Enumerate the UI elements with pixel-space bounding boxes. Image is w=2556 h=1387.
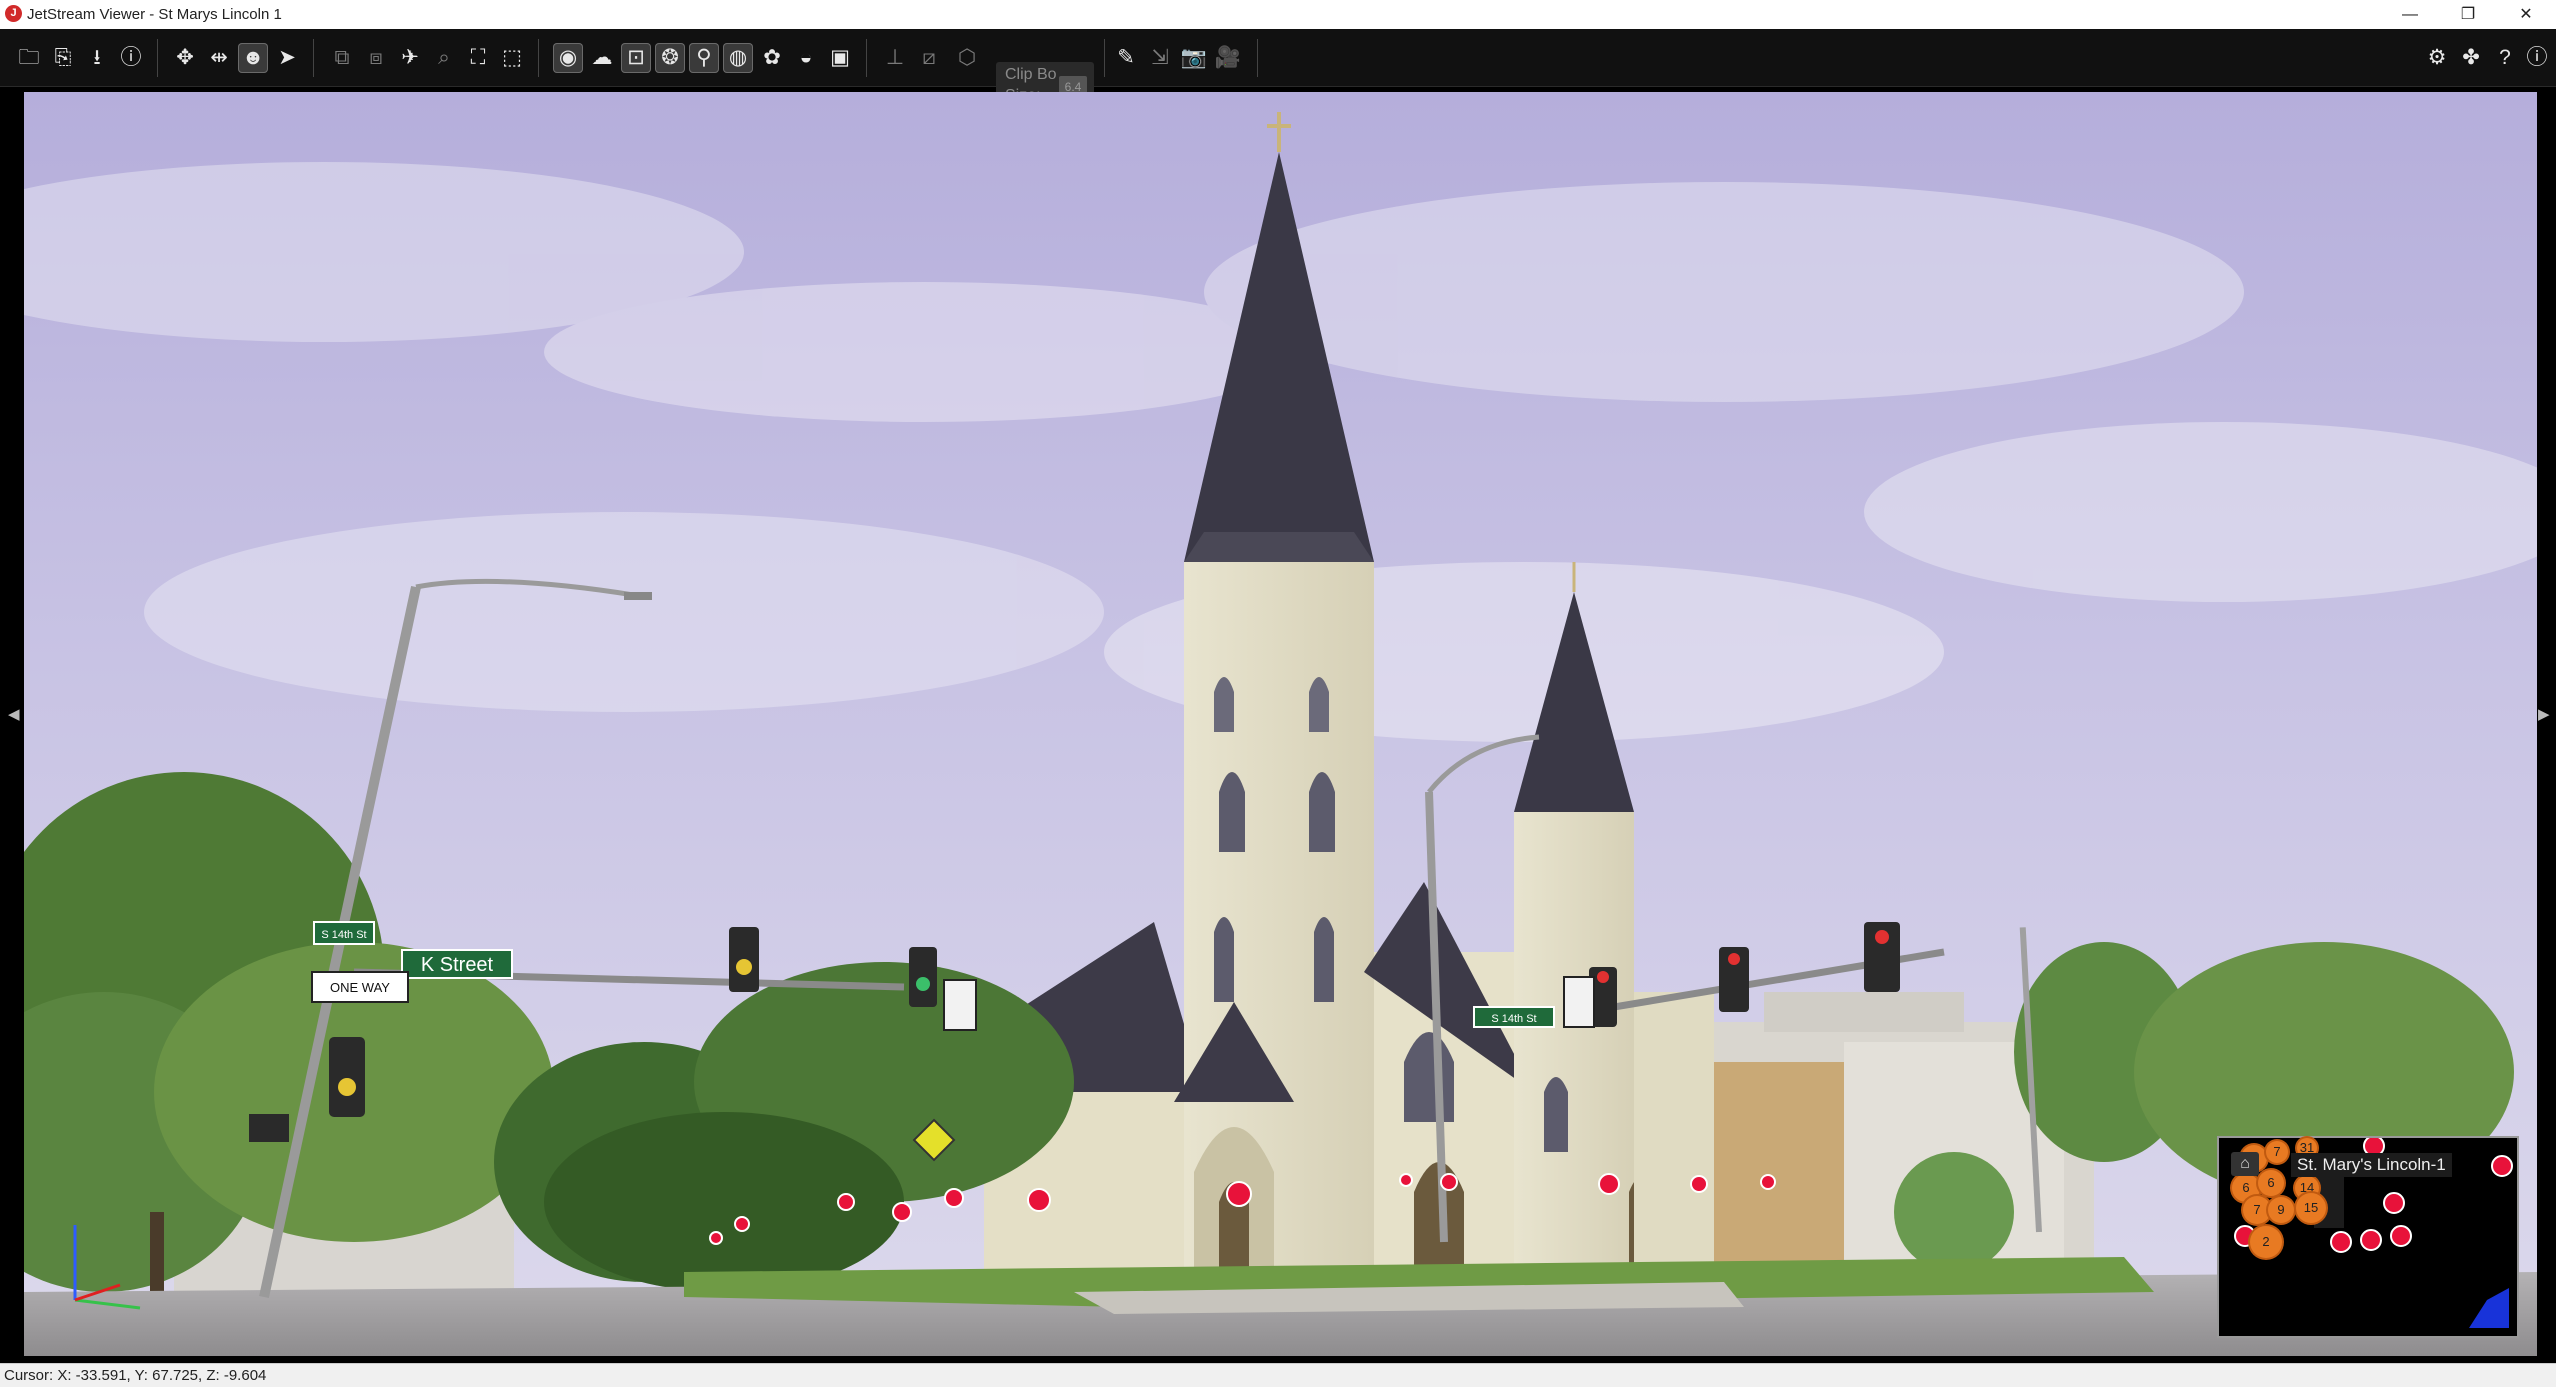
plugins-icon[interactable]: ✤ — [2456, 43, 2486, 73]
minimap-scan-marker[interactable] — [2383, 1192, 2405, 1214]
one-way-sign-text: ONE WAY — [330, 980, 390, 995]
toolbar-divider — [538, 39, 539, 77]
point-cloud-icon[interactable]: ☁ — [587, 43, 617, 73]
s-14th-sign-text-2: S 14th St — [1491, 1013, 1536, 1025]
minimize-button[interactable]: — — [2381, 0, 2439, 29]
about-info-icon[interactable]: ⓘ — [2522, 43, 2552, 73]
scan-position-view-icon[interactable]: ☻ — [238, 43, 268, 73]
panorama-icon[interactable]: ❂ — [655, 43, 685, 73]
plane-view-icon[interactable]: ✈ — [395, 43, 425, 73]
scan-marker[interactable] — [944, 1188, 964, 1208]
minimap-project-pin-icon[interactable]: ⌂ — [2231, 1152, 2259, 1176]
clip-box-icon[interactable]: ⊡ — [621, 43, 651, 73]
cursor-coordinates: Cursor: X: -33.591, Y: 67.725, Z: -9.604 — [4, 1367, 267, 1384]
orbit-navigation-icon[interactable]: ✥ — [170, 43, 200, 73]
sphere-icon[interactable]: ◒ — [791, 43, 821, 73]
panorama-viewport[interactable]: K Street ONE WAY S 14th St S 14th St — [24, 92, 2537, 1356]
location-pin-icon[interactable]: ⚲ — [689, 43, 719, 73]
scan-marker[interactable] — [1440, 1173, 1458, 1191]
app-logo-icon: J — [5, 5, 22, 22]
toolbar-divider — [157, 39, 158, 77]
minimap-cluster-marker[interactable]: 2 — [2250, 1226, 2282, 1258]
clip-box-label: Clip Bo — [1005, 66, 1057, 83]
scan-marker[interactable] — [1027, 1188, 1051, 1212]
annotate-icon[interactable]: ⇲ — [1145, 43, 1175, 73]
toolbar-divider — [1104, 39, 1105, 77]
scan-marker-toggle-icon[interactable]: ◉ — [553, 43, 583, 73]
scan-marker[interactable] — [1399, 1173, 1413, 1187]
restore-button[interactable]: ❐ — [2439, 0, 2497, 29]
open-project-icon[interactable]: ⎘ — [48, 43, 78, 73]
scan-marker[interactable] — [1226, 1181, 1252, 1207]
video-record-icon[interactable]: 🎥 — [1213, 43, 1243, 73]
help-icon[interactable]: ? — [2490, 43, 2520, 73]
scan-marker[interactable] — [892, 1202, 912, 1222]
cube-view-icon[interactable]: ⬚ — [497, 43, 527, 73]
minimap-project-label: St. Mary's Lincoln-1 — [2291, 1153, 2452, 1177]
layers-icon[interactable]: ⧉ — [327, 43, 357, 73]
window-title: JetStream Viewer - St Marys Lincoln 1 — [27, 6, 282, 23]
clip-box-dropdown-icon[interactable]: ⬡ — [952, 43, 982, 73]
minimap-cluster-marker[interactable]: 15 — [2296, 1193, 2326, 1223]
right-panel-collapse-icon[interactable]: ▶ — [2538, 705, 2550, 723]
info-icon[interactable]: ⓘ — [116, 43, 146, 73]
camera-frustum-icon — [2469, 1288, 2509, 1328]
k-street-sign-text: K Street — [421, 954, 494, 976]
measure-icon[interactable]: ✎ — [1111, 43, 1141, 73]
minimap-cluster-marker[interactable]: 9 — [2268, 1197, 2294, 1223]
settings-gear-icon[interactable]: ⚙ — [2422, 43, 2452, 73]
screenshot-camera-icon[interactable]: 📷 — [1179, 43, 1209, 73]
status-bar: Cursor: X: -33.591, Y: 67.725, Z: -9.604 — [0, 1363, 2556, 1387]
minimap-panel[interactable]: 5731661479152 ⌂ St. Mary's Lincoln-1 — [2217, 1136, 2519, 1338]
minimap-scan-marker[interactable] — [2491, 1155, 2513, 1177]
close-button[interactable]: ✕ — [2497, 0, 2555, 29]
stack-icon[interactable]: ⧈ — [361, 43, 391, 73]
fly-to-icon[interactable]: ➤ — [272, 43, 302, 73]
axis-gizmo — [73, 1225, 141, 1310]
title-bar: J JetStream Viewer - St Marys Lincoln 1 … — [0, 0, 2556, 30]
minimap-scan-marker[interactable] — [2360, 1229, 2382, 1251]
scan-marker[interactable] — [1690, 1175, 1708, 1193]
paint-icon[interactable]: ✿ — [757, 43, 787, 73]
minimap-scan-marker[interactable] — [2330, 1231, 2352, 1253]
open-folder-icon[interactable]: 🗀 — [14, 43, 44, 73]
scan-marker[interactable] — [837, 1193, 855, 1211]
section-plane-icon[interactable]: ⧄ — [914, 43, 944, 73]
scan-marker[interactable] — [1598, 1173, 1620, 1195]
s-14th-sign-text-1: S 14th St — [321, 929, 366, 941]
image-icon[interactable]: ▣ — [825, 43, 855, 73]
scan-marker[interactable] — [1760, 1174, 1776, 1190]
main-toolbar: 🗀 ⎘ ⭳ ⓘ ✥ ⇹ ☻ ➤ ⧉ ⧈ ✈ ⌕ ⛶ ⬚ ◉ ☁ ⊡ ❂ ⚲ ◍ … — [0, 29, 2556, 112]
cloud-visibility-icon[interactable]: ◍ — [723, 43, 753, 73]
minimap-cluster-marker[interactable]: 7 — [2266, 1141, 2288, 1163]
toolbar-divider — [313, 39, 314, 77]
walk-navigation-icon[interactable]: ⇹ — [204, 43, 234, 73]
minimap-scan-marker[interactable] — [2390, 1225, 2412, 1247]
minimap-cluster-marker[interactable]: 6 — [2258, 1170, 2284, 1196]
toolbar-divider — [1257, 39, 1258, 77]
scan-marker[interactable] — [734, 1216, 750, 1232]
export-icon[interactable]: ⭳ — [82, 43, 112, 73]
fit-view-icon[interactable]: ⛶ — [463, 43, 493, 73]
section-height-icon[interactable]: ⊥ — [880, 43, 910, 73]
panorama-scene: K Street ONE WAY S 14th St S 14th St — [24, 92, 2537, 1356]
minimap-cluster-marker[interactable]: 7 — [2243, 1196, 2271, 1224]
toolbar-divider — [866, 39, 867, 77]
left-panel-collapse-icon[interactable]: ◀ — [8, 705, 20, 723]
scan-marker[interactable] — [709, 1231, 723, 1245]
zoom-extents-icon[interactable]: ⌕ — [429, 43, 459, 73]
